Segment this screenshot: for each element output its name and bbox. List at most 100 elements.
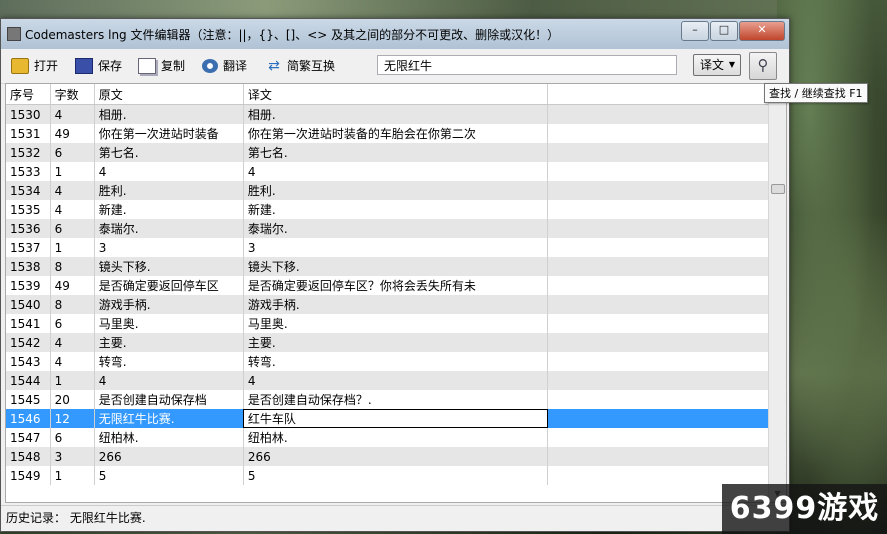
- cell-translation[interactable]: 相册.: [243, 104, 549, 124]
- cell-translation[interactable]: 是否创建自动保存档？.: [243, 390, 549, 409]
- cell-translation[interactable]: 266: [243, 447, 549, 466]
- table-row[interactable]: 1545 20 是否创建自动保存档 是否创建自动保存档？.: [6, 390, 769, 409]
- cell-empty: [547, 238, 769, 257]
- cell-translation[interactable]: 4: [243, 371, 549, 390]
- table-row[interactable]: 1547 6 纽柏林. 纽柏林.: [6, 428, 769, 447]
- table-row[interactable]: 1530 4 相册. 相册.: [6, 104, 769, 124]
- table-body: 1530 4 相册. 相册. 1531 49 你在第一次进站时装备 你在第一次进站时装备的车胎…: [6, 104, 769, 485]
- table-row[interactable]: 1546 12 无限红牛比赛. 红牛车队: [6, 409, 769, 428]
- cell-empty: [547, 409, 769, 428]
- search-input[interactable]: 无限红牛: [377, 55, 677, 75]
- search-target-select[interactable]: 译文 ▼: [693, 54, 741, 76]
- cell-translation[interactable]: 第七名.: [243, 143, 549, 162]
- cell-translation[interactable]: 4: [243, 162, 549, 181]
- cell-translation[interactable]: 主要.: [243, 333, 549, 352]
- copy-button[interactable]: 复制: [138, 57, 185, 74]
- open-label: 打开: [34, 59, 59, 73]
- cell-count: 4: [50, 200, 95, 219]
- maximize-button[interactable]: □: [710, 21, 738, 41]
- cell-count: 6: [50, 143, 95, 162]
- table-row[interactable]: 1541 6 马里奥. 马里奥.: [6, 314, 769, 333]
- translate-button[interactable]: 翻译: [202, 57, 247, 74]
- window-title: Codemasters lng 文件编辑器（注意：||，{}、[]、<> 及其之…: [25, 28, 560, 42]
- cell-translation[interactable]: 泰瑞尔.: [243, 219, 549, 238]
- cell-seq: 1534: [6, 181, 51, 200]
- cell-source: 3: [94, 238, 244, 257]
- table-row[interactable]: 1535 4 新建. 新建.: [6, 200, 769, 219]
- cell-source: 镜头下移.: [94, 257, 244, 276]
- column-header-translation[interactable]: 译文: [243, 84, 549, 105]
- save-label: 保存: [98, 59, 123, 73]
- column-header-seq[interactable]: 序号: [6, 84, 51, 105]
- cell-translation[interactable]: 你在第一次进站时装备的车胎会在你第二次: [243, 124, 549, 143]
- table-row[interactable]: 1539 49 是否确定要返回停车区 是否确定要返回停车区？你将会丢失所有未: [6, 276, 769, 295]
- table-row[interactable]: 1536 6 泰瑞尔. 泰瑞尔.: [6, 219, 769, 238]
- cell-seq: 1544: [6, 371, 51, 390]
- translate-label: 翻译: [223, 59, 248, 73]
- cell-translation[interactable]: 3: [243, 238, 549, 257]
- cell-empty: [547, 466, 769, 485]
- toolbar: 打开 保存 复制 翻译 ⇄ 简繁互换 无限红牛 译文 ▼ ⚲: [1, 49, 789, 84]
- table-row[interactable]: 1542 4 主要. 主要.: [6, 333, 769, 352]
- search-button[interactable]: ⚲: [749, 52, 777, 80]
- vertical-scrollbar[interactable]: ▲ ▼: [768, 84, 786, 502]
- minimize-button[interactable]: –: [681, 21, 709, 41]
- table-row[interactable]: 1533 1 4 4: [6, 162, 769, 181]
- cell-count: 1: [50, 238, 95, 257]
- cell-translation[interactable]: 是否确定要返回停车区？你将会丢失所有未: [243, 276, 549, 295]
- gear-icon: [202, 58, 218, 73]
- desktop-background: [777, 0, 887, 534]
- cell-count: 1: [50, 162, 95, 181]
- cell-count: 12: [50, 409, 95, 428]
- title-bar[interactable]: Codemasters lng 文件编辑器（注意：||，{}、[]、<> 及其之…: [1, 19, 789, 49]
- cell-count: 6: [50, 314, 95, 333]
- cell-empty: [547, 276, 769, 295]
- cell-seq: 1539: [6, 276, 51, 295]
- table-row[interactable]: 1537 1 3 3: [6, 238, 769, 257]
- cell-translation[interactable]: 纽柏林.: [243, 428, 549, 447]
- cell-translation[interactable]: 红牛车队: [243, 409, 549, 428]
- cell-translation[interactable]: 游戏手柄.: [243, 295, 549, 314]
- copy-icon: [138, 57, 156, 74]
- cell-translation[interactable]: 马里奥.: [243, 314, 549, 333]
- table-row[interactable]: 1532 6 第七名. 第七名.: [6, 143, 769, 162]
- table-row[interactable]: 1538 8 镜头下移. 镜头下移.: [6, 257, 769, 276]
- cell-empty: [547, 314, 769, 333]
- close-button[interactable]: ✕: [739, 21, 785, 41]
- cell-seq: 1540: [6, 295, 51, 314]
- cell-count: 6: [50, 219, 95, 238]
- open-button[interactable]: 打开: [11, 57, 58, 74]
- table-row[interactable]: 1540 8 游戏手柄. 游戏手柄.: [6, 295, 769, 314]
- cell-translation[interactable]: 镜头下移.: [243, 257, 549, 276]
- cell-source: 第七名.: [94, 143, 244, 162]
- cell-source: 游戏手柄.: [94, 295, 244, 314]
- scroll-thumb[interactable]: [771, 184, 785, 194]
- table-row[interactable]: 1531 49 你在第一次进站时装备 你在第一次进站时装备的车胎会在你第二次: [6, 124, 769, 143]
- table-row[interactable]: 1544 1 4 4: [6, 371, 769, 390]
- cell-count: 49: [50, 124, 95, 143]
- table-row[interactable]: 1549 1 5 5: [6, 466, 769, 485]
- cell-translation[interactable]: 5: [243, 466, 549, 485]
- copy-label: 复制: [161, 59, 186, 73]
- save-button[interactable]: 保存: [75, 57, 122, 74]
- table-row[interactable]: 1534 4 胜利. 胜利.: [6, 181, 769, 200]
- swap-script-button[interactable]: ⇄ 简繁互换: [266, 57, 335, 74]
- cell-translation[interactable]: 新建.: [243, 200, 549, 219]
- cell-source: 纽柏林.: [94, 428, 244, 447]
- cell-translation[interactable]: 转弯.: [243, 352, 549, 371]
- table-row[interactable]: 1543 4 转弯. 转弯.: [6, 352, 769, 371]
- cell-count: 49: [50, 276, 95, 295]
- cell-source: 是否创建自动保存档: [94, 390, 244, 409]
- cell-empty: [547, 352, 769, 371]
- cell-count: 4: [50, 352, 95, 371]
- cell-translation[interactable]: 胜利.: [243, 181, 549, 200]
- column-header-count[interactable]: 字数: [50, 84, 95, 105]
- cell-count: 6: [50, 428, 95, 447]
- column-header-source[interactable]: 原文: [94, 84, 244, 105]
- table-row[interactable]: 1548 3 266 266: [6, 447, 769, 466]
- cell-seq: 1531: [6, 124, 51, 143]
- cell-empty: [547, 295, 769, 314]
- app-icon: [7, 27, 21, 41]
- cell-seq: 1545: [6, 390, 51, 409]
- cell-seq: 1533: [6, 162, 51, 181]
